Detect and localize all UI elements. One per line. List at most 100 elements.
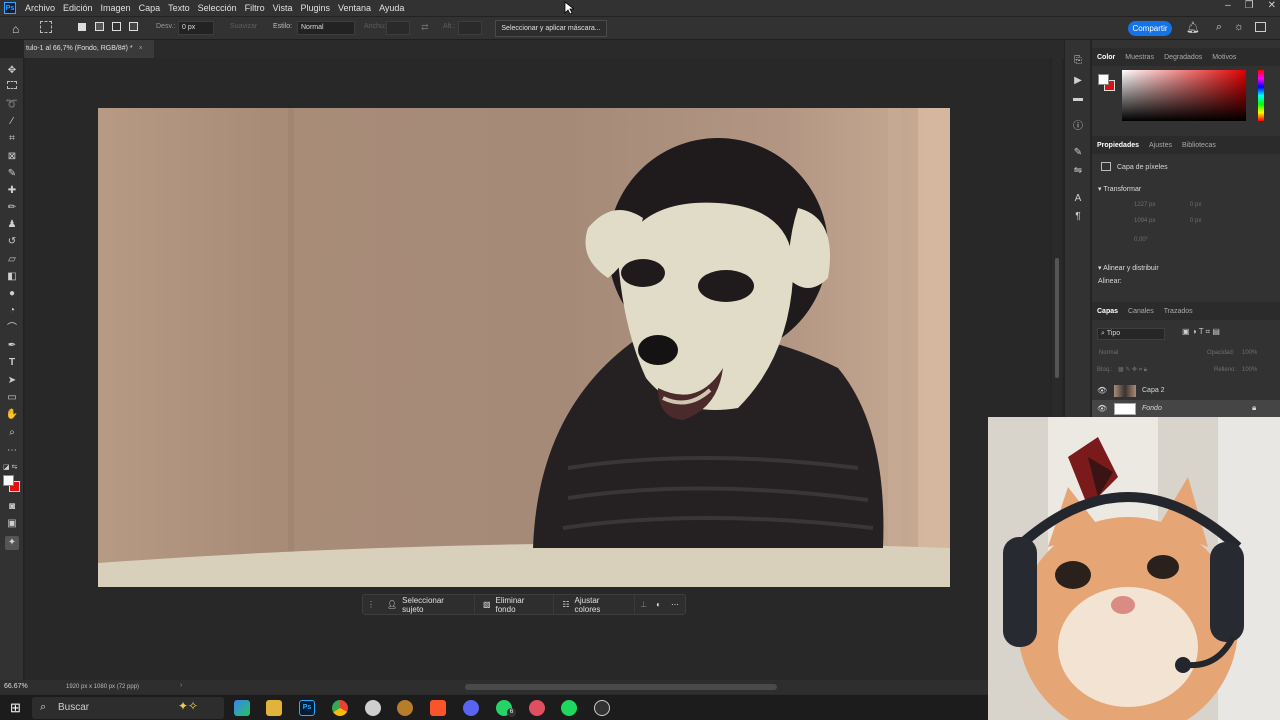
frame-tool-icon[interactable]: ⊠	[5, 150, 19, 164]
transform-width-field[interactable]: 1227 px	[1134, 202, 1155, 208]
layer-row-fondo[interactable]: 👁︎ Fondo 🔒︎	[1092, 400, 1280, 418]
select-and-mask-button[interactable]: Seleccionar y aplicar máscara...	[495, 20, 607, 37]
photoshop-taskbar-icon[interactable]: Ps	[299, 700, 315, 716]
new-selection-icon[interactable]	[78, 23, 86, 31]
antialias-label[interactable]: Suavizar	[230, 23, 257, 30]
default-colors-icon[interactable]: ◪ ⇆	[3, 463, 17, 471]
menu-edicion[interactable]: Edición	[59, 3, 97, 13]
paragraph-icon[interactable]: ¶	[1071, 210, 1085, 224]
zoom-tool-icon[interactable]: ⌕	[5, 426, 19, 440]
adjust-colors-button[interactable]: ☷ Ajustar colores	[554, 595, 636, 614]
windows-start-icon[interactable]: ⊞	[10, 700, 21, 716]
visibility-eye-icon[interactable]: 👁︎	[1097, 404, 1107, 413]
color-field[interactable]	[1122, 70, 1246, 121]
menu-vista[interactable]: Vista	[269, 3, 297, 13]
screen-mode-icon[interactable]: ▣	[5, 517, 19, 531]
transform-section[interactable]: ▾ Transformar	[1098, 185, 1141, 193]
tab-color[interactable]: Color	[1092, 54, 1120, 61]
tab-properties[interactable]: Propiedades	[1092, 142, 1144, 149]
brush-settings-icon[interactable]: ✎	[1071, 146, 1085, 160]
marquee-tool-icon[interactable]	[40, 21, 52, 33]
app-icon[interactable]	[365, 700, 381, 716]
eraser-tool-icon[interactable]: ▱	[5, 253, 19, 267]
pen-tool-icon[interactable]: ✒	[5, 339, 19, 353]
rectangle-tool-icon[interactable]: ▭	[5, 391, 19, 405]
share-button[interactable]: Compartir	[1128, 21, 1172, 36]
pin-icon[interactable]: ⊥	[635, 600, 652, 609]
tab-paths[interactable]: Trazados	[1159, 308, 1198, 315]
transform-height-field[interactable]: 1094 px	[1134, 218, 1155, 224]
eyedropper-tool-icon[interactable]: ✎	[5, 167, 19, 181]
info-icon[interactable]: ⓘ	[1071, 120, 1085, 134]
gradient-tool-icon[interactable]: ◧	[5, 270, 19, 284]
fill-value[interactable]: 100%	[1242, 367, 1257, 373]
spot-healing-tool-icon[interactable]: ✚	[5, 184, 19, 198]
minimize-icon[interactable]: –	[1225, 0, 1231, 11]
menu-archivo[interactable]: Archivo	[21, 3, 59, 13]
visibility-eye-icon[interactable]: 👁︎	[1097, 386, 1107, 395]
transform-y-field[interactable]: 0 px	[1190, 218, 1201, 224]
tab-patterns[interactable]: Motivos	[1207, 54, 1241, 61]
menu-seleccion[interactable]: Selección	[194, 3, 241, 13]
adjust-presets-icon[interactable]: ⇋	[1071, 164, 1085, 178]
transform-x-field[interactable]: 0 px	[1190, 202, 1201, 208]
contrast-icon[interactable]: ◐	[652, 600, 665, 609]
blur-tool-icon[interactable]: ●	[5, 287, 19, 301]
zoom-level[interactable]: 66.67%	[4, 683, 28, 690]
layer-filter-select[interactable]: ⌕ Tipo	[1097, 328, 1165, 340]
sun-icon[interactable]: ☼	[1234, 21, 1244, 33]
tab-channels[interactable]: Canales	[1123, 308, 1159, 315]
align-section[interactable]: ▾ Alinear y distribuir	[1098, 264, 1159, 272]
search-icon[interactable]: ⌕	[1216, 21, 1222, 34]
document-canvas-image[interactable]	[98, 108, 950, 587]
menu-imagen[interactable]: Imagen	[97, 3, 135, 13]
path-selection-tool-icon[interactable]: ➤	[5, 374, 19, 388]
drag-handle-icon[interactable]: ⋮	[363, 600, 379, 609]
file-explorer-icon[interactable]	[266, 700, 282, 716]
bell-icon[interactable]: 🔔︎	[1186, 21, 1200, 34]
blend-mode-select[interactable]: Normal	[1099, 350, 1118, 356]
menu-capa[interactable]: Capa	[135, 3, 165, 13]
history-brush-tool-icon[interactable]: ↺	[5, 235, 19, 249]
lasso-tool-icon[interactable]: ➰	[5, 98, 19, 112]
transform-angle-field[interactable]: 0,00°	[1134, 237, 1148, 243]
menu-plugins[interactable]: Plugins	[297, 3, 335, 13]
crop-tool-icon[interactable]: ⌗	[5, 132, 19, 146]
play-actions-icon[interactable]: ▶	[1071, 74, 1085, 88]
document-tab[interactable]: tulo-1 al 66,7% (Fondo, RGB/8#) * ×	[24, 40, 154, 58]
style-select[interactable]: Normal	[297, 21, 355, 35]
add-selection-icon[interactable]	[95, 22, 104, 31]
hand-tool-icon[interactable]: ✋	[5, 408, 19, 422]
rectangular-marquee-tool-icon[interactable]	[7, 81, 17, 89]
status-arrow-icon[interactable]: ›	[180, 682, 182, 689]
vertical-scroll-thumb[interactable]	[1055, 258, 1059, 378]
home-icon[interactable]: ⌂	[12, 22, 19, 36]
quick-selection-tool-icon[interactable]: ⁄	[5, 115, 19, 129]
discord-icon[interactable]	[463, 700, 479, 716]
close-icon[interactable]: ✕	[1268, 0, 1276, 11]
more-tools-icon[interactable]: ⋯	[5, 444, 19, 458]
workspace-icon[interactable]	[1255, 22, 1266, 32]
color-fg-swatch[interactable]	[1098, 74, 1109, 85]
feather-input[interactable]: 0 px	[178, 21, 214, 35]
subtract-selection-icon[interactable]	[112, 22, 121, 31]
comments-icon[interactable]: ▬	[1071, 92, 1085, 106]
tab-close-icon[interactable]: ×	[139, 45, 143, 52]
brush-tool-icon[interactable]: ✏	[5, 201, 19, 215]
lock-icons[interactable]: ▦ ✎ ✥ ⌗ 🔒︎	[1118, 366, 1147, 374]
photoshop-logo-icon[interactable]: Ps	[4, 2, 16, 14]
more-options-icon[interactable]: ⋯	[665, 600, 685, 609]
smudge-tool-icon[interactable]: ⌒	[5, 322, 19, 336]
brave-icon[interactable]	[430, 700, 446, 716]
opacity-value[interactable]: 100%	[1242, 350, 1257, 356]
copilot-icon[interactable]	[234, 700, 250, 716]
type-tool-icon[interactable]: T	[5, 356, 19, 370]
menu-ayuda[interactable]: Ayuda	[375, 3, 408, 13]
history-icon[interactable]: ⎘	[1071, 54, 1085, 68]
hue-slider[interactable]	[1258, 70, 1264, 121]
app-icon[interactable]	[529, 700, 545, 716]
menu-filtro[interactable]: Filtro	[241, 3, 269, 13]
move-tool-icon[interactable]: ✥	[5, 64, 19, 78]
generative-fill-icon[interactable]: ✦	[5, 536, 19, 550]
dodge-tool-icon[interactable]: ◔	[5, 304, 19, 318]
